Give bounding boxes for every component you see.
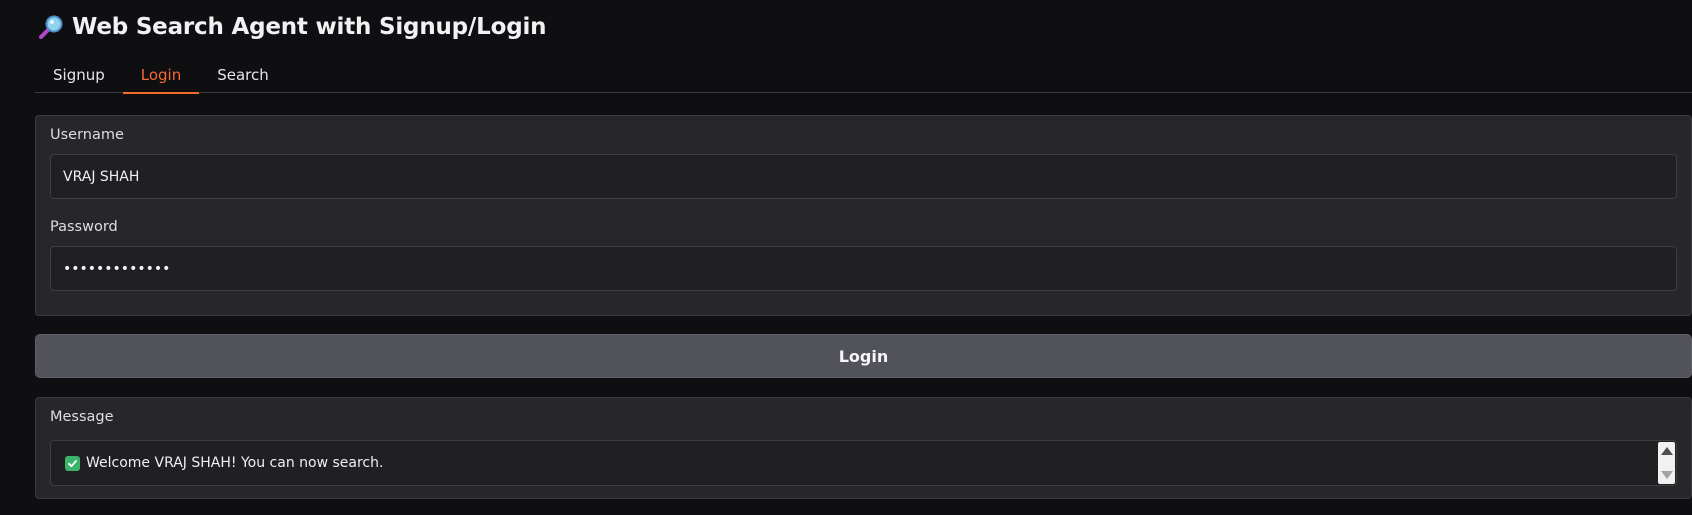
- login-button[interactable]: Login: [35, 334, 1692, 378]
- scroll-down-arrow-icon[interactable]: [1661, 471, 1673, 479]
- tab-signup[interactable]: Signup: [35, 60, 123, 93]
- message-label: Message: [50, 409, 114, 425]
- tab-login[interactable]: Login: [122, 60, 200, 94]
- message-box[interactable]: Welcome VRAJ SHAH! You can now search.: [50, 440, 1677, 486]
- username-label: Username: [50, 127, 124, 143]
- page-title: Web Search Agent with Signup/Login: [72, 14, 547, 40]
- scroll-up-arrow-icon[interactable]: [1661, 447, 1673, 455]
- message-panel: Message Welcome VRAJ SHAH! You can now s…: [35, 397, 1692, 499]
- username-field[interactable]: [50, 154, 1677, 199]
- tab-bar: Signup Login Search: [35, 60, 1692, 94]
- message-scrollbar[interactable]: [1658, 442, 1675, 484]
- login-form-panel: Username Password •••••••••••••: [35, 115, 1692, 316]
- check-mark-icon: [65, 455, 80, 471]
- magnifying-glass-icon: [39, 15, 63, 39]
- password-input[interactable]: •••••••••••••: [63, 261, 170, 277]
- password-field[interactable]: •••••••••••••: [50, 246, 1677, 291]
- username-input[interactable]: [63, 168, 1676, 185]
- tab-search[interactable]: Search: [199, 60, 287, 93]
- app-root: Web Search Agent with Signup/Login Signu…: [0, 0, 1692, 515]
- password-label: Password: [50, 219, 118, 235]
- page-header: Web Search Agent with Signup/Login: [38, 10, 547, 44]
- message-text: Welcome VRAJ SHAH! You can now search.: [86, 455, 384, 471]
